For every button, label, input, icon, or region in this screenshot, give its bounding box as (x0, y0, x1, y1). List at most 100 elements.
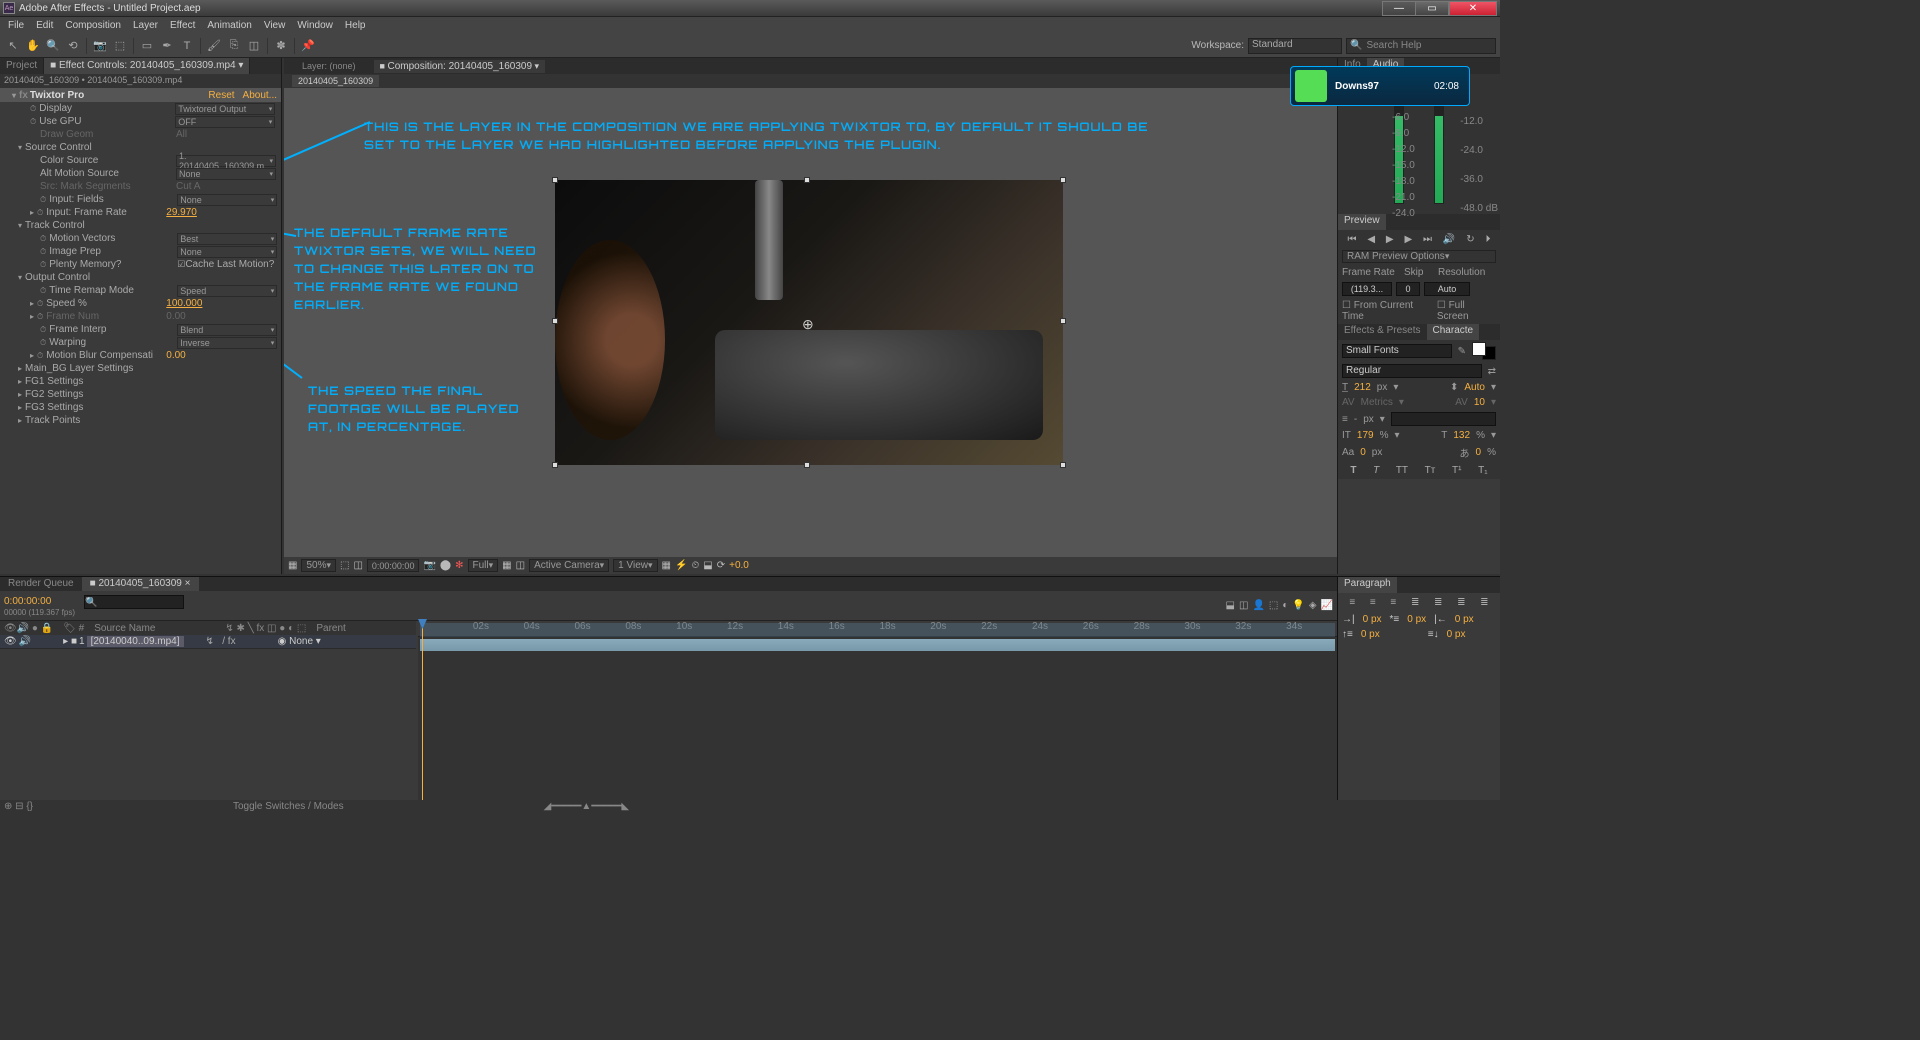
align-center-icon[interactable]: ≡ (1370, 597, 1376, 608)
eyedropper-icon[interactable]: ✎ (1458, 346, 1466, 357)
menu-window[interactable]: Window (291, 20, 339, 31)
last-frame-icon[interactable]: ⏭ (1423, 234, 1432, 245)
source-name-col[interactable]: Source Name (94, 623, 155, 634)
color-swatch[interactable] (1472, 342, 1496, 360)
hide-shy-icon[interactable]: 👤 (1252, 600, 1264, 611)
viewer-canvas[interactable]: ⊕ This is the layer in the composition w… (284, 88, 1337, 557)
stopwatch-icon[interactable]: ⏱ (37, 351, 43, 361)
draft-3d-icon[interactable]: ◫ (1239, 600, 1248, 611)
camera-tool-icon[interactable]: 📷 (91, 37, 109, 55)
warping-dropdown[interactable]: Inverse (177, 337, 277, 349)
audio-toggle-icon[interactable]: 🔊 (19, 636, 31, 647)
layer-name[interactable]: [20140040..09.mp4] (87, 636, 184, 647)
superscript-button[interactable]: T¹ (1452, 465, 1461, 476)
twirl-icon[interactable]: ▸ (18, 390, 22, 399)
toggle-switches-button[interactable]: Toggle Switches / Modes (233, 801, 344, 812)
effects-presets-tab[interactable]: Effects & Presets (1338, 324, 1427, 340)
pixel-aspect-icon[interactable]: ▦ (662, 560, 671, 571)
about-link[interactable]: About... (243, 90, 277, 101)
play-icon[interactable]: ▶ (1386, 234, 1394, 245)
full-screen-checkbox[interactable]: ☐ Full Screen (1437, 300, 1496, 322)
preview-tab[interactable]: Preview (1338, 214, 1386, 230)
parent-dropdown[interactable]: None (289, 636, 313, 647)
tracking-value[interactable]: 10 (1474, 397, 1485, 408)
speed-value[interactable]: 100.000 (166, 298, 202, 309)
composition-tab[interactable]: ■ Composition: 20140405_160309 ▾ (374, 60, 546, 73)
handle-icon[interactable] (552, 177, 558, 183)
group-track-control[interactable]: ▾Track Control (0, 219, 281, 232)
transparency-icon[interactable]: ▦ (502, 560, 511, 571)
handle-icon[interactable] (552, 318, 558, 324)
stopwatch-icon[interactable]: ⏱ (40, 195, 46, 205)
resolution-dropdown[interactable]: Full ▾ (468, 559, 499, 572)
stopwatch-icon[interactable]: ⏱ (37, 299, 43, 309)
group-fg3[interactable]: ▸FG3 Settings (0, 401, 281, 414)
puppet-tool-icon[interactable]: 📌 (299, 37, 317, 55)
twirl-icon[interactable]: ▾ (12, 91, 16, 100)
twirl-icon[interactable]: ▸ (18, 416, 22, 425)
pen-tool-icon[interactable]: ✒ (158, 37, 176, 55)
timeline-timecode[interactable]: 0:00:00:00 00000 (119.367 fps) (0, 591, 80, 620)
paragraph-tab[interactable]: Paragraph (1338, 577, 1397, 593)
from-current-checkbox[interactable]: ☐ From Current Time (1342, 300, 1433, 322)
project-tab[interactable]: Project (0, 58, 44, 74)
layer-tab[interactable]: Layer: (none) (296, 60, 362, 72)
space-after-value[interactable]: 0 px (1447, 629, 1466, 640)
subscript-button[interactable]: T₁ (1478, 465, 1487, 476)
fast-preview-icon[interactable]: ⚡ (675, 560, 687, 571)
group-output-control[interactable]: ▾Output Control (0, 271, 281, 284)
parent-col[interactable]: Parent (316, 623, 345, 634)
rotate-tool-icon[interactable]: ⟲ (64, 37, 82, 55)
skip-input[interactable] (1396, 282, 1420, 296)
justify-last-left-icon[interactable]: ≣ (1411, 597, 1419, 608)
indent-right-value[interactable]: 0 px (1455, 614, 1474, 625)
handle-icon[interactable] (804, 177, 810, 183)
layer-row[interactable]: 👁 🔊 ▸ ■ 1 [20140040..09.mp4] ↯ / fx ◉ No… (0, 635, 416, 649)
render-queue-tab[interactable]: Render Queue (0, 577, 82, 591)
font-size-value[interactable]: 212 (1354, 382, 1371, 393)
3d-icon[interactable]: ◫ (516, 560, 525, 571)
frame-rate-input[interactable] (1342, 282, 1392, 296)
twirl-icon[interactable]: ▾ (18, 221, 22, 230)
current-time-indicator[interactable] (422, 621, 423, 800)
prev-frame-icon[interactable]: ◀ (1367, 234, 1375, 245)
leading-value[interactable]: Auto (1464, 382, 1485, 393)
image-prep-dropdown[interactable]: None (177, 246, 277, 258)
menu-animation[interactable]: Animation (201, 20, 257, 31)
justify-last-center-icon[interactable]: ≣ (1434, 597, 1442, 608)
stopwatch-icon[interactable]: ⏱ (30, 104, 36, 114)
twirl-icon[interactable]: ▾ (18, 273, 22, 282)
effect-controls-tab[interactable]: ■ Effect Controls: 20140405_160309.mp4 ▾ (44, 58, 250, 74)
zoom-slider[interactable]: ◢━━━━━▲━━━━━◣ (544, 801, 629, 812)
mute-icon[interactable]: 🔊 (1443, 234, 1455, 245)
handle-icon[interactable] (804, 462, 810, 468)
menu-view[interactable]: View (258, 20, 292, 31)
zoom-tool-icon[interactable]: 🔍 (44, 37, 62, 55)
align-right-icon[interactable]: ≡ (1390, 597, 1396, 608)
hand-tool-icon[interactable]: ✋ (24, 37, 42, 55)
selection-tool-icon[interactable]: ↖ (4, 37, 22, 55)
flowchart-icon[interactable]: ⬓ (703, 560, 712, 571)
handle-icon[interactable] (552, 462, 558, 468)
stopwatch-icon[interactable]: ⏱ (30, 117, 36, 127)
res-icon[interactable]: ⬚ (340, 560, 349, 571)
stroke-style-dropdown[interactable] (1391, 412, 1496, 426)
workspace-dropdown[interactable]: Standard (1248, 38, 1342, 54)
exposure-reset-icon[interactable]: ⟳ (717, 560, 725, 571)
alt-motion-dropdown[interactable]: None (176, 168, 276, 180)
timeline-comp-tab[interactable]: ■ 20140405_160309 × (82, 577, 199, 591)
camera-dropdown[interactable]: Active Camera ▾ (529, 559, 609, 572)
twirl-icon[interactable]: ▸ (18, 364, 22, 373)
roto-tool-icon[interactable]: ✽ (272, 37, 290, 55)
motion-blur-icon[interactable]: ◐ (1282, 600, 1288, 611)
twirl-icon[interactable]: ▸ (30, 299, 34, 308)
zoom-dropdown[interactable]: 50% ▾ (301, 559, 336, 572)
display-dropdown[interactable]: Twixtored Output (175, 103, 275, 115)
region-icon[interactable]: ✻ (455, 560, 463, 571)
ram-preview-dropdown[interactable]: RAM Preview Options ▾ (1342, 250, 1496, 263)
rect-tool-icon[interactable]: ▭ (138, 37, 156, 55)
handle-icon[interactable] (1060, 177, 1066, 183)
justify-all-icon[interactable]: ≣ (1480, 597, 1488, 608)
baseline-value[interactable]: 0 (1360, 447, 1366, 458)
align-left-icon[interactable]: ≡ (1349, 597, 1355, 608)
